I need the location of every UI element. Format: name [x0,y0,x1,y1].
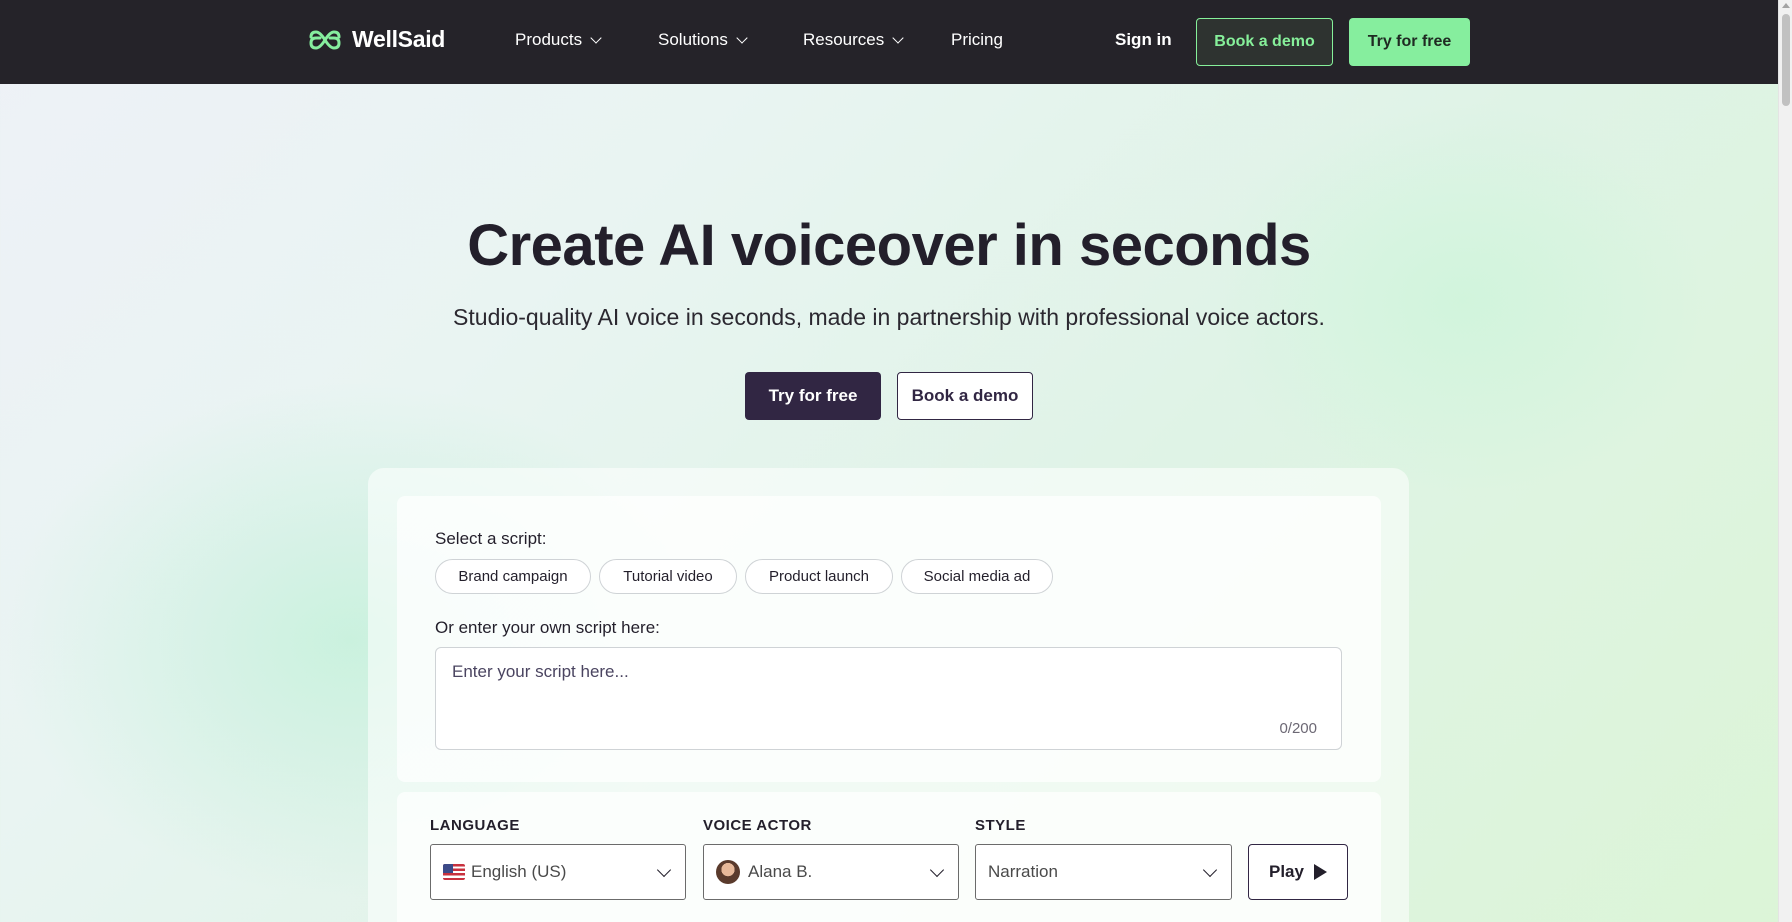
style-value: Narration [988,862,1058,881]
language-label: LANGUAGE [430,817,520,834]
background-glow [1212,100,1712,500]
nav-resources[interactable]: Resources [803,30,904,50]
hero-book-demo-button[interactable]: Book a demo [897,372,1033,420]
logo[interactable]: WellSaid [308,26,445,53]
chevron-down-icon [929,862,945,878]
style-label: STYLE [975,817,1026,834]
scroll-up-icon[interactable] [1782,3,1790,8]
language-select[interactable]: English (US) [430,844,686,900]
play-button[interactable]: Play [1248,844,1348,900]
play-label: Play [1269,862,1304,881]
script-chip-brand-campaign[interactable]: Brand campaign [435,559,591,594]
voice-actor-value: Alana B. [748,862,813,881]
script-chip-social-media-ad[interactable]: Social media ad [901,559,1053,594]
chevron-down-icon [656,862,672,878]
try-free-button[interactable]: Try for free [1349,18,1470,66]
script-textarea[interactable]: Enter your script here... 0/200 [435,647,1342,750]
voice-actor-avatar [716,860,740,884]
nav-products[interactable]: Products [515,30,602,50]
select-script-label: Select a script: [435,529,547,548]
script-placeholder: Enter your script here... [452,662,629,681]
hero-try-free-button[interactable]: Try for free [745,372,881,420]
nav-solutions-label: Solutions [658,30,728,49]
chevron-down-icon [892,31,904,44]
voice-actor-select[interactable]: Alana B. [703,844,959,900]
character-count: 0/200 [1279,720,1317,737]
nav-resources-label: Resources [803,30,885,49]
top-navbar: WellSaid Products Solutions Resources Pr… [0,0,1778,84]
chevron-down-icon [736,31,748,44]
hero-subtitle: Studio-quality AI voice in seconds, made… [453,304,1325,330]
chevron-down-icon [590,31,602,44]
nav-pricing-label: Pricing [951,30,1003,49]
language-value: English (US) [471,862,567,881]
scrollbar-thumb[interactable] [1782,14,1790,106]
play-icon [1313,864,1327,880]
script-chip-product-launch[interactable]: Product launch [745,559,893,594]
sign-in-link[interactable]: Sign in [1115,30,1172,50]
logo-text: WellSaid [352,26,446,52]
hero-title: Create AI voiceover in seconds [0,212,1778,279]
us-flag-icon [443,864,465,880]
page-scrollbar[interactable] [1778,0,1792,922]
nav-products-label: Products [515,30,583,49]
own-script-label: Or enter your own script here: [435,618,660,637]
voice-actor-label: VOICE ACTOR [703,817,812,834]
nav-solutions[interactable]: Solutions [658,30,748,50]
hero-title-regular: Create AI voiceover [467,213,1013,278]
chevron-down-icon [1202,862,1218,878]
style-select[interactable]: Narration [975,844,1232,900]
book-demo-button[interactable]: Book a demo [1196,18,1333,66]
script-chip-tutorial-video[interactable]: Tutorial video [599,559,737,594]
nav-pricing[interactable]: Pricing [951,30,1003,50]
hero-title-bold: in seconds [1012,213,1311,278]
wellsaid-logo-icon [309,29,341,50]
